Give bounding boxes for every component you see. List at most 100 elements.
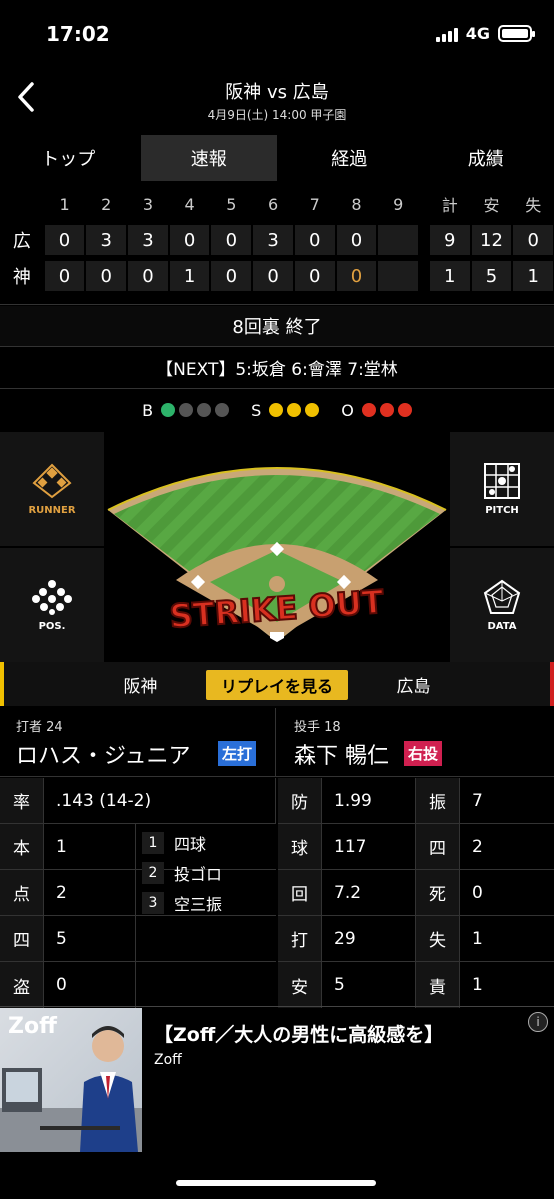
at-bat-item: 3 空三振 [142, 888, 222, 918]
stat-key: 四 [416, 824, 460, 869]
positions-button[interactable]: POS. [0, 548, 104, 662]
inning-score: 3 [128, 225, 168, 255]
out-dot [397, 403, 412, 417]
stat-value: 0 [44, 962, 136, 1008]
ad-banner[interactable]: Zoff 【Zoff／大人の男性に高級感を】 Zoff i [0, 1008, 554, 1154]
stat-value: 1 [472, 975, 483, 995]
page-title: 阪神 vs 広島 [225, 82, 329, 103]
errors-header: 失 [525, 196, 542, 215]
stat-key: 点 [0, 870, 44, 915]
at-bat-result: 空三振 [174, 895, 223, 914]
hits-total: 12 [471, 225, 512, 255]
baseball-field: STRIKE OUT [107, 467, 447, 642]
inning-score: 0 [211, 225, 252, 255]
runner-button[interactable]: RUNNER [0, 432, 104, 546]
inning-score: 0 [44, 261, 85, 291]
next-batters: 【NEXT】5:坂倉 6:會澤 7:堂林 [156, 359, 398, 380]
stat-value: .143 (14-2) [44, 778, 276, 823]
tab-results[interactable]: 成績 [418, 135, 554, 181]
pitcher-role: 投手 18 [294, 720, 341, 735]
stat-key: 失 [416, 916, 460, 961]
inning-score: 1 [169, 261, 210, 291]
inning-header: 5 [226, 194, 237, 214]
strike-dot [305, 403, 320, 417]
balls-group: B [142, 400, 230, 420]
tab-progress[interactable]: 経過 [281, 135, 418, 181]
home-indicator[interactable] [176, 1180, 376, 1186]
pitch-label: PITCH [485, 504, 519, 516]
status-time: 17:02 [46, 22, 110, 46]
pitch-button[interactable]: PITCH [450, 432, 554, 546]
inning-status: 8回裏 終了 [0, 306, 554, 346]
positions-label: POS. [38, 620, 66, 632]
out-dot [379, 403, 394, 417]
stat-key: 盗 [0, 962, 44, 1008]
pitcher-hand-badge: 右投 [404, 741, 443, 766]
stat-row: 球 117 四 2 [278, 824, 554, 870]
batter-stats: 率 .143 (14-2) 本 1 点 2 四 5 盗 0 [0, 778, 276, 1008]
scoreboard-header-row: 1 2 3 4 5 6 7 8 9 計 安 失 [0, 186, 554, 222]
stat-value: 5 [322, 962, 416, 1008]
runs-total: 9 [429, 225, 470, 255]
inning-score: 0 [294, 261, 335, 291]
inning-header: 2 [101, 194, 112, 214]
positions-icon [32, 579, 72, 615]
inning-header: 8 [351, 194, 362, 214]
replay-button[interactable]: リプレイを見る [206, 670, 348, 700]
scoreboard-row-home: 神 0 0 0 1 0 0 0 0 1 5 1 [0, 258, 554, 294]
stat-key: 回 [278, 870, 322, 915]
inning-score [378, 261, 418, 291]
ball-dot [215, 403, 230, 417]
inning-score: 0 [86, 261, 127, 291]
data-label: DATA [487, 620, 517, 632]
stat-row: 回 7.2 死 0 [278, 870, 554, 916]
pitch-grid-icon [484, 462, 520, 499]
ball-dot [161, 403, 176, 417]
stat-value: 117 [322, 824, 416, 869]
ball-dot [197, 403, 212, 417]
stat-key: 死 [416, 870, 460, 915]
stat-key: 四 [0, 916, 44, 961]
at-bat-result: 投ゴロ [174, 865, 223, 884]
at-bat-results: 1 四球 2 投ゴロ 3 空三振 [142, 828, 222, 918]
at-bat-number: 1 [142, 832, 164, 854]
stat-key: 本 [0, 824, 44, 869]
hits-total: 5 [471, 261, 512, 291]
ad-info-icon[interactable]: i [528, 1012, 548, 1032]
ad-title[interactable]: 【Zoff／大人の男性に高級感を】 [154, 1020, 443, 1047]
stat-row: 四 5 [0, 916, 276, 962]
scoreboard-row-away: 広 0 3 3 0 0 3 0 0 9 12 0 [0, 222, 554, 258]
stat-row: 本 1 [0, 824, 276, 870]
status-icons: 4G [435, 24, 535, 43]
tab-top[interactable]: トップ [0, 135, 137, 181]
pitcher-card[interactable]: 投手 18 森下 暢仁 右投 [278, 708, 554, 776]
stat-value: 1.99 [322, 778, 416, 823]
stat-row: 打 29 失 1 [278, 916, 554, 962]
inning-score: 0 [211, 261, 252, 291]
network-label: 4G [465, 24, 490, 43]
stat-value: 1 [44, 824, 136, 869]
at-bat-item: 2 投ゴロ [142, 858, 222, 888]
inning-score: 0 [128, 261, 168, 291]
stat-key: 球 [278, 824, 322, 869]
strikes-group: S [251, 400, 320, 420]
errors-total: 0 [513, 225, 554, 255]
tab-live[interactable]: 速報 [140, 135, 277, 181]
tab-bar: トップ 速報 経過 成績 [0, 135, 554, 181]
runs-total: 1 [429, 261, 470, 291]
data-button[interactable]: DATA [450, 548, 554, 662]
stat-value: 5 [44, 916, 136, 961]
errors-total: 1 [513, 261, 554, 291]
inning-score: 0 [253, 261, 293, 291]
battery-icon [498, 25, 535, 42]
inning-score: 0 [169, 225, 210, 255]
strikes-label: S [251, 400, 262, 420]
balls-label: B [142, 400, 154, 420]
stat-value: 2 [44, 870, 136, 915]
stat-row: 点 2 [0, 870, 276, 916]
batter-card[interactable]: 打者 24 ロハス・ジュニア 左打 [0, 708, 276, 776]
stat-value: 2 [472, 836, 483, 857]
stat-key: 率 [0, 778, 44, 823]
stat-row: 盗 0 [0, 962, 276, 1008]
ad-image[interactable]: Zoff [0, 1008, 142, 1152]
